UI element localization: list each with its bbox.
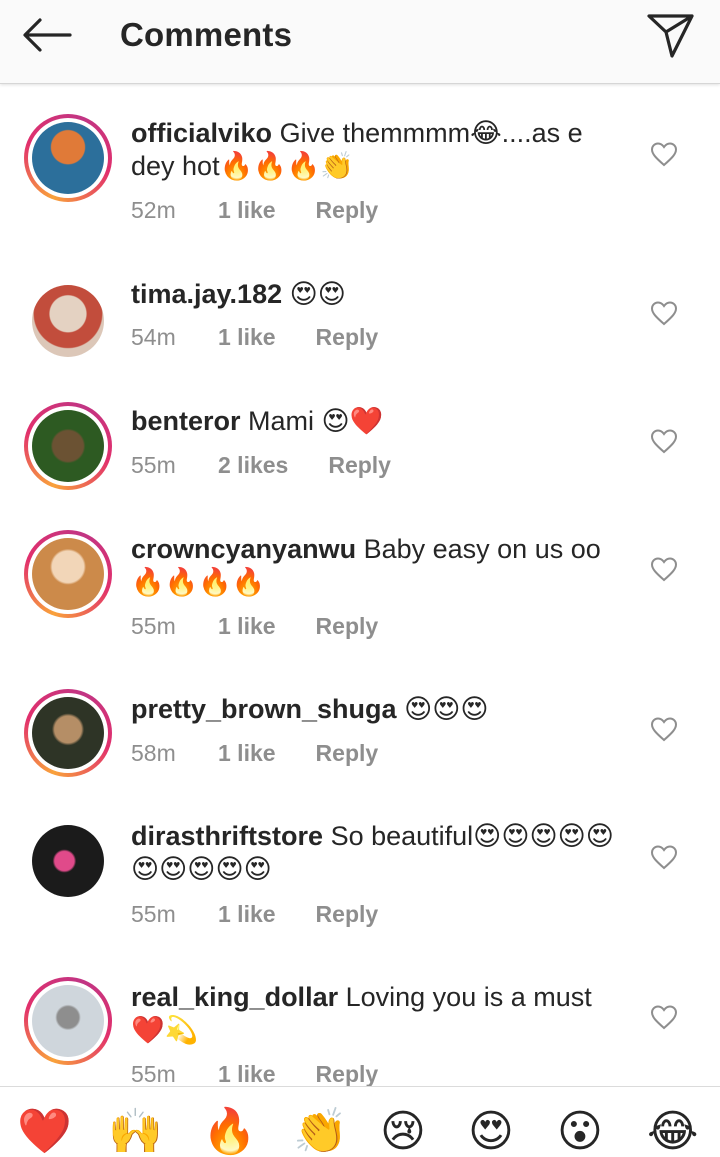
page-title: Comments [120, 16, 293, 53]
comment-body: Mami 😍❤️ [248, 406, 384, 436]
reply-button[interactable]: Reply [316, 611, 379, 641]
back-button[interactable] [18, 14, 78, 58]
like-heart-icon[interactable] [650, 428, 678, 454]
like-heart-icon[interactable] [650, 1004, 678, 1030]
comment-likes[interactable]: 1 like [218, 1059, 276, 1086]
comment-text: dirasthriftstore So beautiful😍😍😍😍😍😍😍😍😍😍 [131, 820, 631, 886]
comment-text: benteror Mami 😍❤️ [131, 405, 631, 438]
comment-username[interactable]: benteror [131, 406, 241, 436]
back-arrow-icon [23, 18, 72, 52]
like-heart-icon[interactable] [650, 556, 678, 582]
comment-time: 55m [131, 901, 176, 927]
comments-list[interactable]: officialviko Give themmmm😂....as e dey h… [0, 84, 720, 1086]
reply-button[interactable]: Reply [316, 899, 379, 929]
comment-username[interactable]: crowncyanyanwu [131, 534, 356, 564]
comment-time: 55m [131, 1061, 176, 1086]
comment-username[interactable]: officialviko [131, 118, 272, 148]
avatar[interactable] [24, 277, 112, 365]
emoji-laughing-button[interactable]: 😂 [647, 1107, 698, 1157]
reply-button[interactable]: Reply [316, 1059, 379, 1086]
comment-text: pretty_brown_shuga 😍😍😍 [131, 693, 631, 726]
emoji-raising-hands-button[interactable]: 🙌 [108, 1107, 163, 1157]
comment-text: tima.jay.182 😍😍 [131, 278, 631, 311]
comment-text: crowncyanyanwu Baby easy on us oo🔥🔥🔥🔥 [131, 533, 631, 599]
comment-body: 😍😍 [289, 279, 346, 309]
avatar[interactable] [24, 530, 112, 618]
comment-meta: 55m 1 like Reply [131, 1059, 378, 1086]
comment-username[interactable]: real_king_dollar [131, 982, 338, 1012]
comment-username[interactable]: tima.jay.182 [131, 279, 282, 309]
comment-username[interactable]: dirasthriftstore [131, 821, 323, 851]
comment-meta: 58m 1 like Reply [131, 738, 378, 768]
emoji-fire-button[interactable]: 🔥 [202, 1107, 257, 1157]
reply-button[interactable]: Reply [316, 195, 379, 225]
avatar[interactable] [24, 817, 112, 905]
comment-username[interactable]: pretty_brown_shuga [131, 694, 397, 724]
comment-meta: 52m 1 like Reply [131, 195, 378, 225]
comment-time: 54m [131, 324, 176, 350]
comment-time: 58m [131, 740, 176, 766]
emoji-quick-reply-bar: ❤️ 🙌 🔥 👏 😢 😍 😮 😂 [0, 1086, 720, 1156]
comment-meta: 55m 1 like Reply [131, 611, 378, 641]
like-heart-icon[interactable] [650, 844, 678, 870]
emoji-heart-button[interactable]: ❤️ [17, 1107, 72, 1157]
comment-time: 52m [131, 197, 176, 223]
comment-likes[interactable]: 1 like [218, 899, 276, 929]
comment-likes[interactable]: 1 like [218, 611, 276, 641]
comment-meta: 55m 2 likes Reply [131, 450, 391, 480]
comment-body: 😍😍😍 [404, 694, 489, 724]
comment-time: 55m [131, 452, 176, 478]
avatar[interactable] [24, 977, 112, 1065]
direct-send-icon [647, 14, 694, 58]
comment-meta: 54m 1 like Reply [131, 322, 378, 352]
avatar[interactable] [24, 402, 112, 490]
emoji-clapping-button[interactable]: 👏 [293, 1107, 348, 1157]
share-button[interactable] [644, 10, 698, 60]
comment-likes[interactable]: 1 like [218, 195, 276, 225]
reply-button[interactable]: Reply [328, 450, 391, 480]
reply-button[interactable]: Reply [316, 738, 379, 768]
comment-text: real_king_dollar Loving you is a must ❤️… [131, 981, 631, 1047]
emoji-crying-button[interactable]: 😢 [380, 1107, 426, 1157]
avatar[interactable] [24, 689, 112, 777]
avatar[interactable] [24, 114, 112, 202]
reply-button[interactable]: Reply [316, 322, 379, 352]
emoji-surprised-button[interactable]: 😮 [557, 1107, 603, 1157]
emoji-heart-eyes-button[interactable]: 😍 [468, 1107, 514, 1157]
comment-meta: 55m 1 like Reply [131, 899, 378, 929]
like-heart-icon[interactable] [650, 300, 678, 326]
like-heart-icon[interactable] [650, 141, 678, 167]
like-heart-icon[interactable] [650, 716, 678, 742]
app-header: Comments [0, 0, 720, 84]
comment-likes[interactable]: 1 like [218, 322, 276, 352]
comment-likes[interactable]: 1 like [218, 738, 276, 768]
comment-text: officialviko Give themmmm😂....as e dey h… [131, 117, 631, 183]
comment-likes[interactable]: 2 likes [218, 450, 288, 480]
comment-time: 55m [131, 613, 176, 639]
